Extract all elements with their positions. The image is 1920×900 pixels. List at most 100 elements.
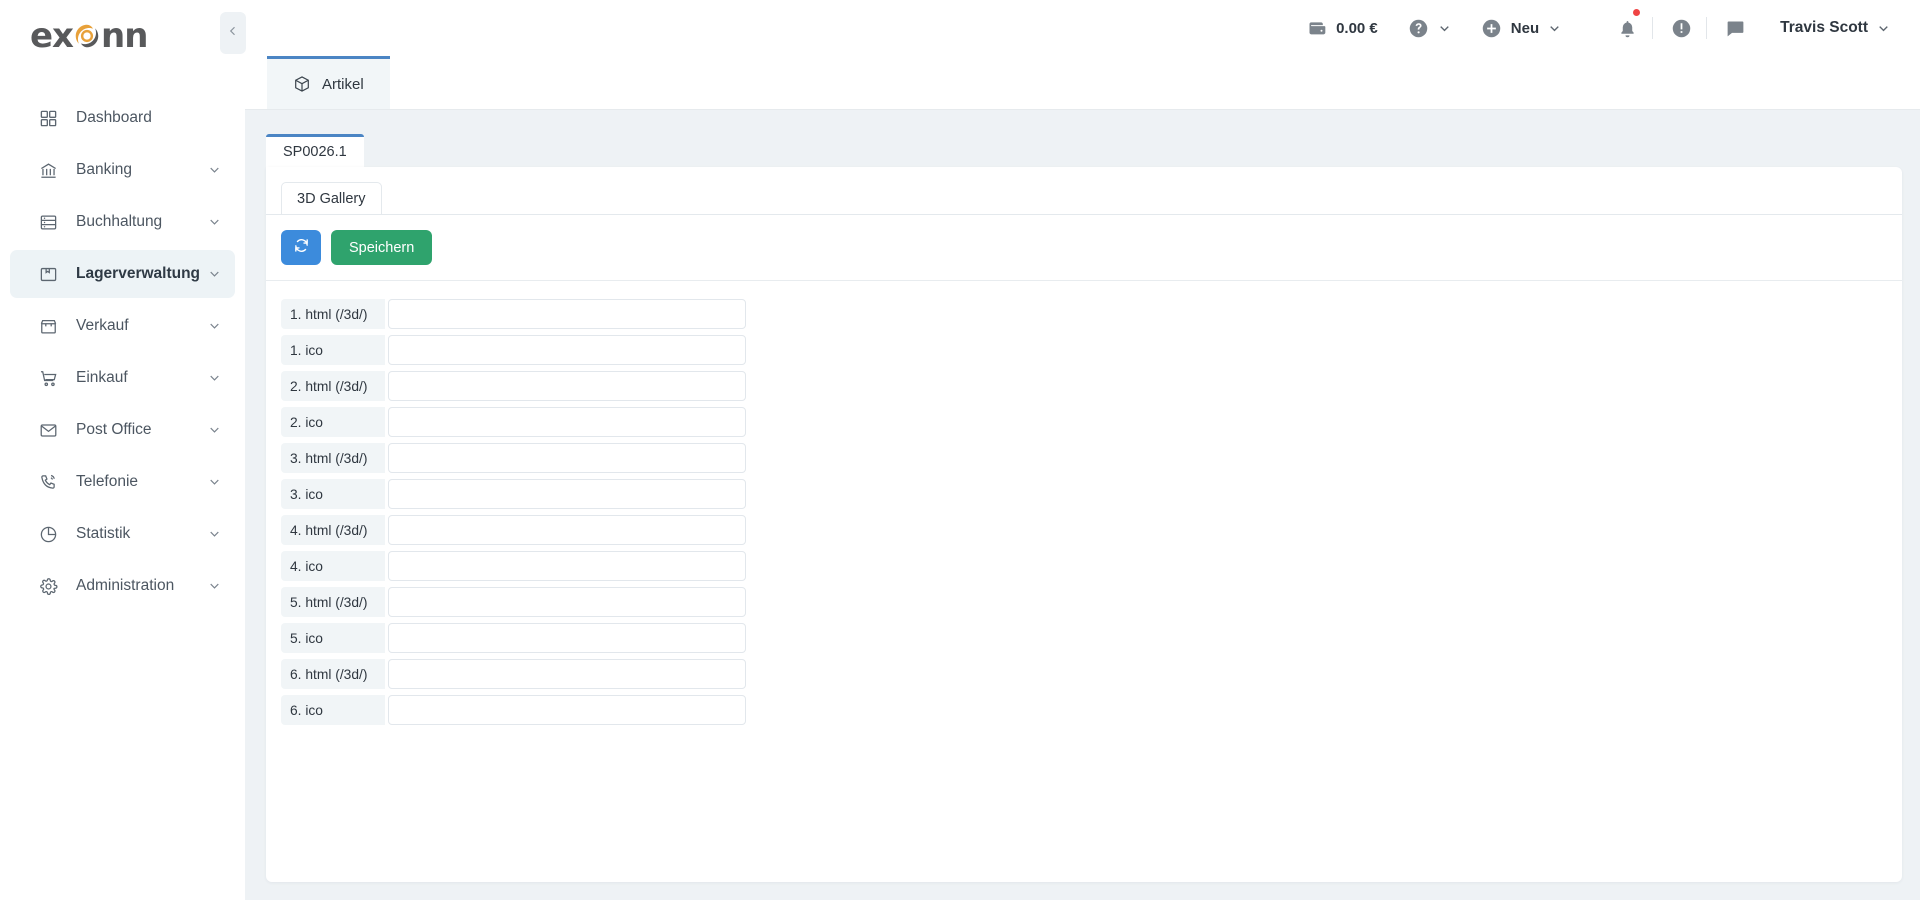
form-row-input[interactable] [388, 659, 746, 689]
form-row-label: 3. html (/3d/) [281, 443, 385, 473]
sidebar-item-label: Banking [76, 161, 133, 178]
sidebar-item-banking[interactable]: Banking [10, 146, 235, 194]
save-button[interactable]: Speichern [331, 230, 433, 265]
record-tab-label: SP0026.1 [283, 144, 347, 160]
bank-icon [38, 160, 59, 181]
form-row: 6. html (/3d/) [281, 659, 1902, 689]
gear-icon [38, 576, 59, 597]
sidebar-item-telefonie[interactable]: Telefonie [10, 458, 235, 506]
store-icon [38, 316, 59, 337]
sidebar: ex nn Dashboard Banking Buchhaltung Lage… [0, 0, 245, 900]
form-row-input[interactable] [388, 407, 746, 437]
sidebar-collapse-button[interactable] [220, 12, 246, 54]
form-row-label: 2. ico [281, 407, 385, 437]
wallet-balance-amount: 0.00 € [1336, 19, 1378, 37]
form-row-input[interactable] [388, 551, 746, 581]
chevron-down-icon [1548, 22, 1561, 35]
user-menu[interactable]: Travis Scott [1780, 19, 1890, 37]
tab-artikel[interactable]: Artikel [267, 56, 390, 109]
logo-swirl-icon [72, 21, 102, 51]
form-row: 4. html (/3d/) [281, 515, 1902, 545]
bell-icon [1617, 18, 1638, 39]
chevron-down-icon [208, 320, 221, 333]
sidebar-item-label: Statistik [76, 525, 131, 542]
form-row-input[interactable] [388, 587, 746, 617]
chevron-down-icon [208, 268, 221, 281]
cart-icon [38, 368, 59, 389]
topbar: 0.00 € Neu Travis Scott [245, 0, 1920, 56]
form-row-input[interactable] [388, 371, 746, 401]
wallet-icon [1307, 18, 1327, 38]
chevron-down-icon [208, 424, 221, 437]
form-row-input[interactable] [388, 443, 746, 473]
form-row-input[interactable] [388, 515, 746, 545]
notifications-button[interactable] [1617, 9, 1641, 46]
chevron-down-icon [208, 372, 221, 385]
wallet-balance[interactable]: 0.00 € [1307, 10, 1378, 46]
chevron-left-icon [227, 24, 239, 42]
form-row-label: 6. ico [281, 695, 385, 725]
sidebar-item-label: Einkauf [76, 369, 128, 386]
sidebar-item-buchhaltung[interactable]: Buchhaltung [10, 198, 235, 246]
tab-3d-gallery[interactable]: 3D Gallery [281, 182, 382, 214]
refresh-icon [293, 237, 310, 258]
form-row-label: 5. html (/3d/) [281, 587, 385, 617]
sidebar-item-lagerverwaltung[interactable]: Lagerverwaltung [10, 250, 235, 298]
cube-icon [293, 75, 311, 93]
sidebar-item-administration[interactable]: Administration [10, 562, 235, 610]
alerts-button[interactable] [1671, 10, 1692, 46]
package-icon [38, 264, 59, 285]
form-row-label: 5. ico [281, 623, 385, 653]
sidebar-item-post-office[interactable]: Post Office [10, 406, 235, 454]
form-row-input[interactable] [388, 623, 746, 653]
sidebar-item-einkauf[interactable]: Einkauf [10, 354, 235, 402]
user-name: Travis Scott [1780, 19, 1868, 36]
form-row: 6. ico [281, 695, 1902, 725]
chat-bubble-icon [1725, 18, 1746, 39]
main-content: Artikel SP0026.1 3D Gallery Speichern 1.… [245, 56, 1920, 900]
divider [1706, 17, 1708, 39]
chevron-down-icon [208, 476, 221, 489]
help-menu[interactable] [1408, 10, 1451, 46]
form-row-input[interactable] [388, 695, 746, 725]
sidebar-item-label: Administration [76, 577, 175, 594]
record-tab-sp0026-1[interactable]: SP0026.1 [266, 134, 364, 167]
sidebar-item-verkauf[interactable]: Verkauf [10, 302, 235, 350]
form-row: 5. html (/3d/) [281, 587, 1902, 617]
chevron-down-icon [1877, 22, 1890, 35]
inner-tab-bar: 3D Gallery [266, 167, 1902, 214]
page-body: SP0026.1 3D Gallery Speichern 1. html (/… [245, 110, 1920, 900]
form-row-input[interactable] [388, 335, 746, 365]
form-row-label: 2. html (/3d/) [281, 371, 385, 401]
sidebar-item-statistik[interactable]: Statistik [10, 510, 235, 558]
app-logo[interactable]: ex nn [0, 0, 245, 72]
logo-text-left: ex [30, 16, 74, 56]
messages-button[interactable] [1725, 10, 1746, 46]
form-row: 1. ico [281, 335, 1902, 365]
pie-chart-icon [38, 524, 59, 545]
form-row: 5. ico [281, 623, 1902, 653]
chevron-down-icon [208, 528, 221, 541]
chevron-down-icon [1438, 22, 1451, 35]
form-row: 4. ico [281, 551, 1902, 581]
plus-circle-icon [1481, 18, 1502, 39]
sidebar-item-dashboard[interactable]: Dashboard [10, 94, 235, 142]
form-row-label: 1. html (/3d/) [281, 299, 385, 329]
chevron-down-icon [208, 164, 221, 177]
form-toolbar: Speichern [266, 215, 1902, 281]
record-tab-bar: SP0026.1 [266, 134, 1902, 167]
refresh-button[interactable] [281, 230, 321, 265]
form-row-input[interactable] [388, 479, 746, 509]
sidebar-item-label: Verkauf [76, 317, 129, 334]
help-circle-icon [1408, 18, 1429, 39]
new-menu[interactable]: Neu [1481, 10, 1561, 46]
form-row-input[interactable] [388, 299, 746, 329]
chevron-down-icon [208, 216, 221, 229]
notification-badge [1633, 9, 1641, 16]
grid-icon [38, 108, 59, 129]
form-row: 3. html (/3d/) [281, 443, 1902, 473]
logo-text-right: nn [101, 16, 148, 56]
form-row: 1. html (/3d/) [281, 299, 1902, 329]
phone-icon [38, 472, 59, 493]
divider [1652, 17, 1654, 39]
